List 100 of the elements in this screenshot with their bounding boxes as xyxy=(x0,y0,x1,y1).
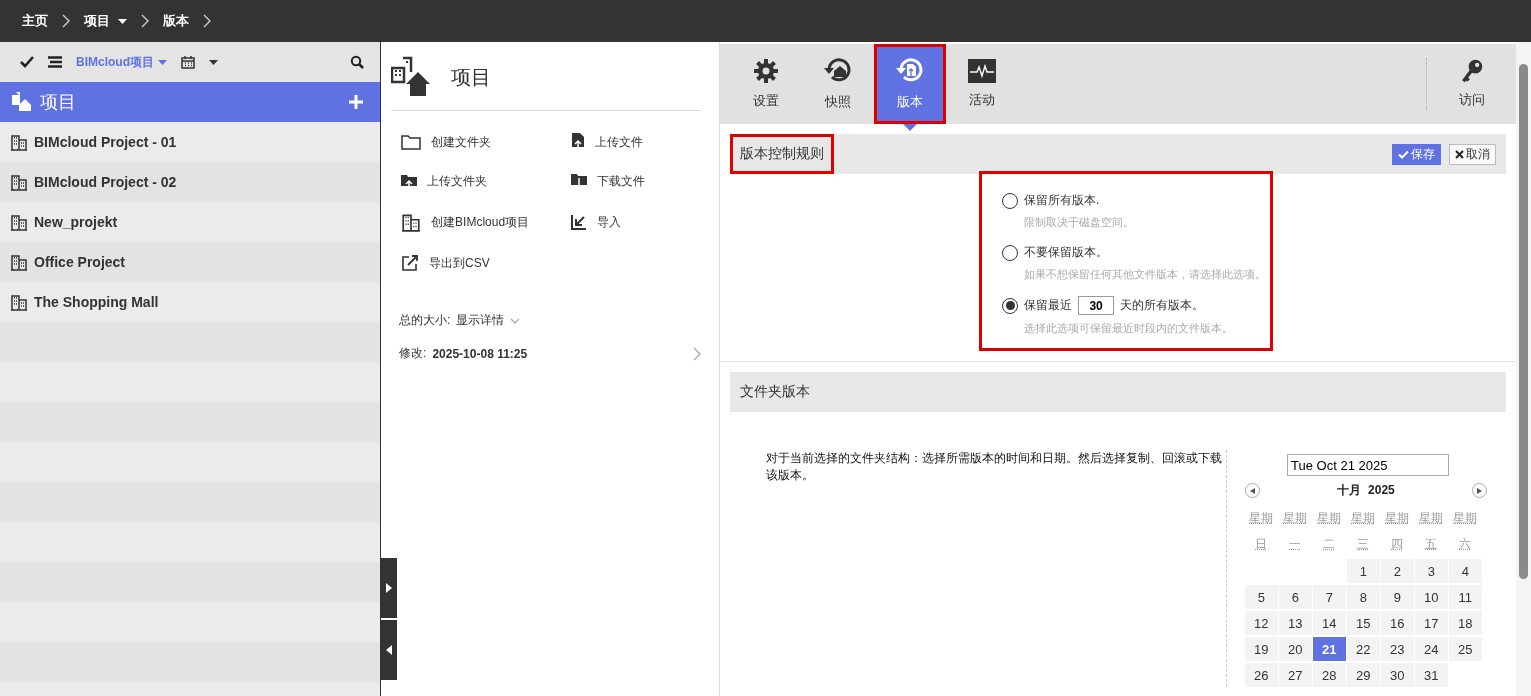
scrollbar[interactable] xyxy=(1516,42,1531,696)
close-icon xyxy=(1455,149,1465,159)
calendar-day[interactable]: 31 xyxy=(1415,663,1448,687)
details-link[interactable]: 显示详情 xyxy=(456,312,505,329)
caret-icon xyxy=(118,18,127,24)
radio-button[interactable] xyxy=(1002,244,1019,261)
action-link[interactable]: 下载文件 xyxy=(571,173,722,190)
calendar-day[interactable]: 11 xyxy=(1449,585,1482,609)
calendar-day[interactable]: 10 xyxy=(1415,585,1448,609)
calendar-day[interactable]: 18 xyxy=(1449,611,1482,635)
gear-icon xyxy=(753,58,780,84)
project-name: The Shopping Mall xyxy=(34,294,159,310)
calendar-day[interactable]: 25 xyxy=(1449,637,1482,661)
panel-title: 项目 xyxy=(451,64,492,90)
calendar-day[interactable]: 24 xyxy=(1415,637,1448,661)
project-name: New_projekt xyxy=(34,214,118,230)
calendar-day[interactable]: 15 xyxy=(1347,611,1380,635)
calendar-day[interactable]: 20 xyxy=(1279,637,1312,661)
weekday-label: 星期三 xyxy=(1351,510,1376,553)
project-name: Office Project xyxy=(34,254,126,270)
calendar-day[interactable]: 19 xyxy=(1245,637,1278,661)
save-button[interactable]: 保存 xyxy=(1392,143,1442,165)
weekday-label: 星期四 xyxy=(1385,510,1410,553)
option-hint: 选择此选项可保留最近时段内的文件版本。 xyxy=(1023,321,1235,336)
cancel-button[interactable]: 取消 xyxy=(1449,143,1497,165)
calendar-day[interactable]: 7 xyxy=(1313,585,1346,609)
option-label: 保留所有版本. xyxy=(1024,192,1100,209)
calendar-day[interactable]: 21 xyxy=(1313,637,1346,661)
tab[interactable]: 活动 xyxy=(946,44,1019,124)
building-icon xyxy=(10,213,28,231)
date-field[interactable]: Tue Oct 21 2025 xyxy=(1287,454,1450,476)
size-label: 总的大小: xyxy=(399,312,451,329)
calendar-day[interactable]: 14 xyxy=(1313,611,1346,635)
project-item[interactable]: BIMcloud Project - 02 xyxy=(0,162,381,202)
calendar-day[interactable]: 8 xyxy=(1347,585,1380,609)
check-icon xyxy=(1398,149,1410,159)
option-label: 天的所有版本。 xyxy=(1120,297,1205,314)
description-text: 对于当前选择的文件夹结构：选择所需版本的时间和日期。然后选择复制、回滚或下载该版本。 xyxy=(766,450,1224,484)
buildings-icon xyxy=(10,91,32,113)
collapse-handle[interactable] xyxy=(380,620,398,680)
calendar-day[interactable]: 28 xyxy=(1313,663,1346,687)
arrow-left-icon xyxy=(385,645,392,655)
breadcrumb-link[interactable]: 主页 xyxy=(22,12,48,30)
calendar-day[interactable]: 23 xyxy=(1381,637,1414,661)
calendar-day[interactable]: 5 xyxy=(1245,585,1278,609)
action-link[interactable]: 上传文件夹 xyxy=(401,173,572,190)
prev-month-button[interactable] xyxy=(1245,483,1261,498)
calendar-day[interactable]: 13 xyxy=(1279,611,1312,635)
tab[interactable]: 设置 xyxy=(730,44,803,124)
calendar-day[interactable]: 22 xyxy=(1347,637,1380,661)
calendar-day[interactable]: 4 xyxy=(1449,559,1482,583)
calendar-day[interactable]: 9 xyxy=(1381,585,1414,609)
project-item[interactable]: New_projekt xyxy=(0,202,381,242)
radio-button[interactable] xyxy=(1002,192,1019,209)
option-hint: 限制取决于磁盘空间。 xyxy=(1023,215,1136,230)
action-link[interactable]: 创建BIMcloud项目 xyxy=(401,212,572,232)
arrow-right-icon xyxy=(1477,487,1483,494)
building-icon xyxy=(10,293,28,311)
option-label: 不要保留版本。 xyxy=(1024,244,1109,261)
breadcrumb-link[interactable]: 项目 xyxy=(84,12,127,30)
calendar-day[interactable]: 17 xyxy=(1415,611,1448,635)
add-icon xyxy=(348,94,365,110)
activity-monitor-icon xyxy=(968,59,997,83)
calendar-day[interactable]: 30 xyxy=(1381,663,1414,687)
calendar-day[interactable]: 29 xyxy=(1347,663,1380,687)
import-icon xyxy=(571,214,588,230)
tab[interactable]: 版本 xyxy=(874,44,947,124)
arrow-right-icon xyxy=(385,583,392,593)
option-hint: 如果不想保留任何其他文件版本，请选择此选项。 xyxy=(1023,267,1261,282)
calendar-day[interactable]: 27 xyxy=(1279,663,1312,687)
project-item[interactable]: The Shopping Mall xyxy=(0,282,381,322)
calendar-day[interactable]: 1 xyxy=(1347,559,1380,583)
building-icon xyxy=(10,253,28,271)
option-label: 保留最近 xyxy=(1024,297,1073,314)
building-icon xyxy=(401,212,422,232)
next-month-button[interactable] xyxy=(1472,483,1488,498)
action-link[interactable]: 上传文件 xyxy=(571,133,722,151)
calendar-day[interactable]: 12 xyxy=(1245,611,1278,635)
building-icon xyxy=(10,173,28,191)
days-field[interactable]: 30 xyxy=(1078,296,1115,315)
project-item[interactable]: Office Project xyxy=(0,242,381,282)
weekday-label: 星期二 xyxy=(1317,510,1342,553)
calendar-day[interactable]: 6 xyxy=(1279,585,1312,609)
modified-label: 修改: xyxy=(399,345,427,362)
weekday-label: 星期一 xyxy=(1283,510,1308,553)
breadcrumb-link[interactable]: 版本 xyxy=(163,12,189,30)
calendar-day[interactable]: 3 xyxy=(1415,559,1448,583)
project-item[interactable]: BIMcloud Project - 01 xyxy=(0,122,381,162)
action-link[interactable]: 导入 xyxy=(571,212,722,232)
list-icon xyxy=(48,56,62,68)
calendar-day[interactable]: 26 xyxy=(1245,663,1278,687)
action-link[interactable]: 创建文件夹 xyxy=(401,133,572,151)
building-icon xyxy=(10,133,28,151)
action-link[interactable]: 导出到CSV xyxy=(401,254,572,272)
expand-handle[interactable] xyxy=(380,558,398,618)
tab[interactable]: 快照 xyxy=(802,44,875,124)
calendar-day[interactable]: 2 xyxy=(1381,559,1414,583)
caret-icon xyxy=(510,317,521,324)
calendar-day[interactable]: 16 xyxy=(1381,611,1414,635)
radio-button[interactable] xyxy=(1002,297,1019,314)
